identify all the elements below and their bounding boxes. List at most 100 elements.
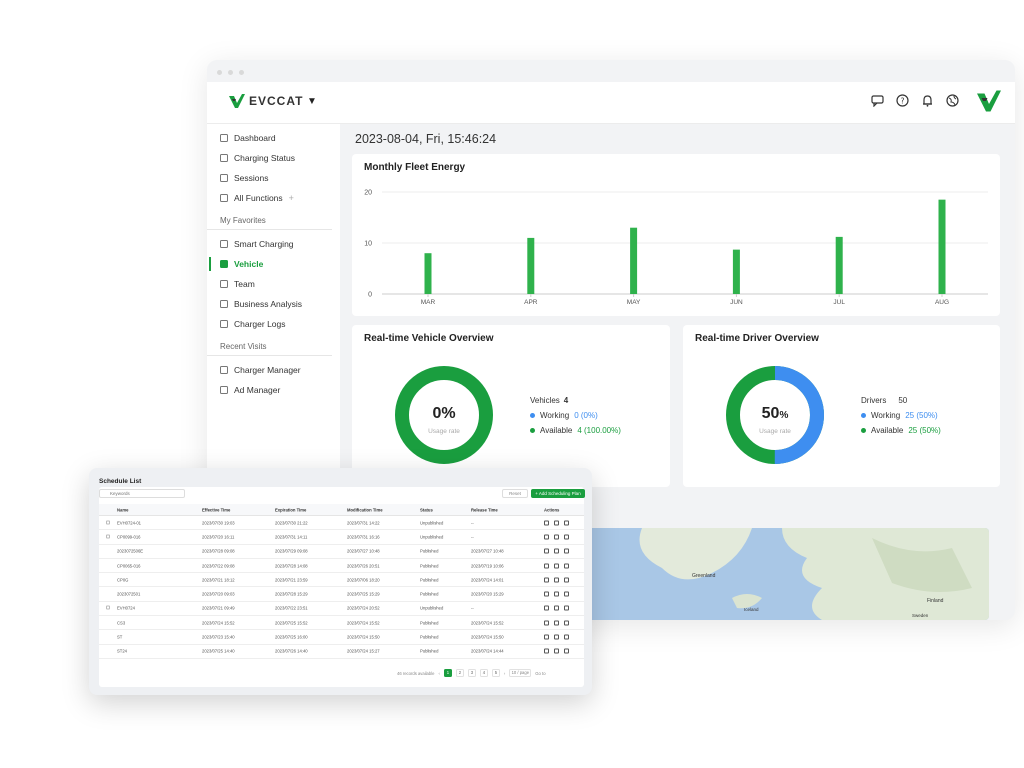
column-header[interactable]: Name bbox=[117, 507, 128, 512]
dashboard-icon bbox=[220, 134, 228, 142]
vehicle-icon bbox=[220, 260, 228, 268]
delete-icon[interactable] bbox=[564, 563, 569, 569]
table-row[interactable]: 2023072501 2023/07/20 09:03 2023/07/28 15:… bbox=[99, 587, 584, 602]
sidebar-item-charging-status[interactable]: Charging Status bbox=[207, 148, 340, 168]
sidebar-item-business-analysis[interactable]: Business Analysis bbox=[207, 294, 340, 314]
edit-icon[interactable] bbox=[554, 605, 559, 611]
brand-logo[interactable]: EVCCAT bbox=[229, 94, 303, 108]
add-scheduling-plan-button[interactable]: + Add Scheduling Plan bbox=[531, 489, 585, 498]
page-size-select[interactable]: 10 / page bbox=[509, 669, 532, 677]
delete-icon[interactable] bbox=[564, 534, 569, 540]
page-button[interactable]: 3 bbox=[467, 669, 476, 677]
row-checkbox-cell[interactable] bbox=[106, 520, 110, 525]
delete-icon[interactable] bbox=[564, 548, 569, 554]
edit-icon[interactable] bbox=[554, 620, 559, 626]
x-tick-label: JUN bbox=[730, 299, 743, 306]
vehicle-legend: Vehicles 4 Working 0 (0%) Available 4 (100.… bbox=[530, 393, 621, 438]
sidebar-item-vehicle[interactable]: Vehicle bbox=[207, 254, 340, 274]
edit-icon[interactable] bbox=[554, 577, 559, 583]
cell-rel: 2023/07/27 10:48 bbox=[471, 548, 504, 554]
table-header: Name Effective Time Expiration Time Modi… bbox=[99, 504, 584, 516]
view-icon[interactable] bbox=[544, 534, 549, 540]
row-checkbox[interactable] bbox=[106, 605, 110, 610]
table-row[interactable]: 2023072506E 2023/07/28 09:08 2023/07/29 09… bbox=[99, 545, 584, 559]
sidebar-item-sessions[interactable]: Sessions bbox=[207, 168, 340, 188]
chat-icon[interactable] bbox=[871, 94, 884, 108]
sidebar-item-smart-charging[interactable]: Smart Charging bbox=[207, 234, 340, 254]
column-header[interactable]: Expiration Time bbox=[275, 507, 306, 512]
driver-working-row: Working 25 (50%) bbox=[861, 408, 941, 423]
sidebar-item-charger-manager[interactable]: Charger Manager bbox=[207, 360, 340, 380]
edit-icon[interactable] bbox=[554, 548, 559, 554]
edit-icon[interactable] bbox=[554, 634, 559, 640]
table-row[interactable]: CP0099-016 2023/07/20 16:11 2023/07/31 14:… bbox=[99, 530, 584, 545]
sidebar-item-charger-logs[interactable]: Charger Logs bbox=[207, 314, 340, 334]
row-checkbox-cell[interactable] bbox=[106, 534, 110, 539]
column-header[interactable]: Modification Time bbox=[347, 507, 383, 512]
vehicle-total: 4 bbox=[563, 396, 569, 405]
prev-page-button[interactable]: ‹ bbox=[438, 671, 439, 676]
view-icon[interactable] bbox=[544, 563, 549, 569]
page-button[interactable]: 2 bbox=[455, 669, 464, 677]
view-icon[interactable] bbox=[544, 648, 549, 654]
cell-exp: 2023/07/25 15:52 bbox=[275, 620, 308, 626]
delete-icon[interactable] bbox=[564, 577, 569, 583]
view-icon[interactable] bbox=[544, 634, 549, 640]
row-checkbox[interactable] bbox=[106, 520, 110, 525]
plus-icon[interactable]: + bbox=[289, 193, 294, 203]
view-icon[interactable] bbox=[544, 520, 549, 526]
page-button[interactable]: 1 bbox=[443, 669, 452, 677]
delete-icon[interactable] bbox=[564, 634, 569, 640]
goto-label[interactable]: Go to bbox=[535, 671, 545, 676]
sidebar-item-team[interactable]: Team bbox=[207, 274, 340, 294]
cell-rel: -- bbox=[471, 534, 474, 540]
column-header[interactable]: Effective Time bbox=[202, 507, 230, 512]
table-row[interactable]: CP0G 2023/07/21 18:12 2023/07/21 23:59 2023… bbox=[99, 573, 584, 588]
sidebar-item-all-functions[interactable]: All Functions + bbox=[207, 188, 340, 208]
delete-icon[interactable] bbox=[564, 648, 569, 654]
edit-icon[interactable] bbox=[554, 534, 559, 540]
view-icon[interactable] bbox=[544, 620, 549, 626]
pagination: 46 records available ‹ 1 2 3 4 5 › 10 / … bbox=[397, 669, 546, 677]
column-header[interactable]: Release Time bbox=[471, 507, 498, 512]
view-icon[interactable] bbox=[544, 577, 549, 583]
caret-down-icon[interactable]: ▼ bbox=[307, 96, 317, 107]
row-checkbox[interactable] bbox=[106, 534, 110, 539]
edit-icon[interactable] bbox=[554, 648, 559, 654]
delete-icon[interactable] bbox=[564, 591, 569, 597]
table-row[interactable]: CS3 2023/07/24 15:52 2023/07/25 15:52 2023/… bbox=[99, 616, 584, 631]
view-icon[interactable] bbox=[544, 591, 549, 597]
user-avatar[interactable] bbox=[977, 90, 1001, 117]
search-input[interactable] bbox=[99, 489, 185, 498]
sidebar-item-dashboard[interactable]: Dashboard bbox=[207, 128, 340, 148]
reset-button[interactable]: Reset bbox=[502, 489, 528, 498]
table-row[interactable]: ST24 2023/07/25 14:40 2023/07/26 14:40 2023… bbox=[99, 645, 584, 659]
table-row[interactable]: EVH0724-01 2023/07/30 19:03 2023/07/30 21:… bbox=[99, 516, 584, 531]
table-row[interactable]: CP0065-016 2023/07/22 09:08 2023/07/28 14:… bbox=[99, 559, 584, 574]
edit-icon[interactable] bbox=[554, 520, 559, 526]
page-button[interactable]: 4 bbox=[479, 669, 488, 677]
column-header[interactable]: Status bbox=[420, 507, 433, 512]
page-button[interactable]: 5 bbox=[491, 669, 500, 677]
ad-manager-icon bbox=[220, 386, 228, 394]
sidebar-item-ad-manager[interactable]: Ad Manager bbox=[207, 380, 340, 400]
cell-name: ST bbox=[117, 634, 123, 640]
bell-icon[interactable] bbox=[921, 94, 934, 107]
view-icon[interactable] bbox=[544, 605, 549, 611]
cell-mod: 2023/07/31 14:22 bbox=[347, 520, 380, 526]
edit-icon[interactable] bbox=[554, 563, 559, 569]
team-icon bbox=[220, 280, 228, 288]
table-row[interactable]: EVH0724 2023/07/21 09:49 2023/07/22 23:51 2… bbox=[99, 602, 584, 617]
view-icon[interactable] bbox=[544, 548, 549, 554]
vehicle-title: Real-time Vehicle Overview bbox=[364, 333, 494, 344]
globe-icon[interactable] bbox=[946, 94, 959, 107]
cell-status: Published bbox=[420, 577, 439, 583]
row-checkbox-cell[interactable] bbox=[106, 605, 110, 611]
help-icon[interactable]: ? bbox=[896, 94, 909, 107]
delete-icon[interactable] bbox=[564, 620, 569, 626]
table-row[interactable]: ST 2023/07/23 15:40 2023/07/25 16:00 2023/0… bbox=[99, 630, 584, 645]
delete-icon[interactable] bbox=[564, 605, 569, 611]
delete-icon[interactable] bbox=[564, 520, 569, 526]
next-page-button[interactable]: › bbox=[504, 671, 505, 676]
edit-icon[interactable] bbox=[554, 591, 559, 597]
